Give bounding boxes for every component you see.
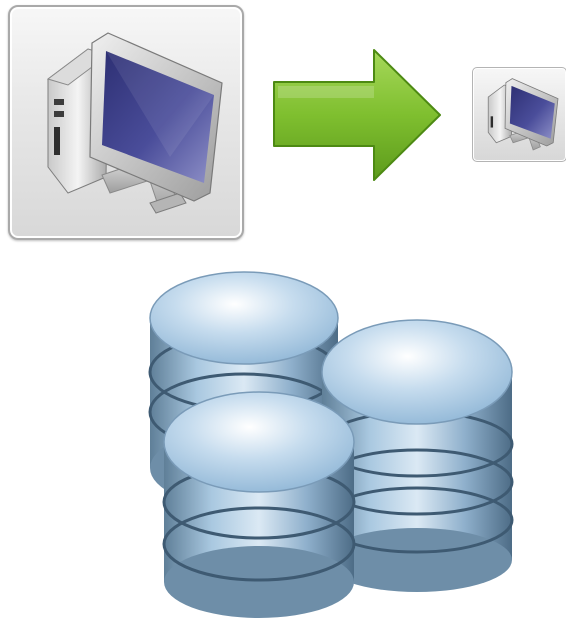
- database-cylinder: [162, 391, 356, 618]
- computer-tile-small: [472, 67, 566, 162]
- arrow-graphic: [270, 48, 445, 184]
- database-graphic: [148, 262, 518, 621]
- desktop-computer-icon: [487, 78, 559, 151]
- desktop-computer-icon: [46, 32, 223, 214]
- computer-tile-large: [8, 5, 244, 240]
- right-arrow-icon: [273, 49, 441, 181]
- database-stack-icon: [148, 271, 514, 618]
